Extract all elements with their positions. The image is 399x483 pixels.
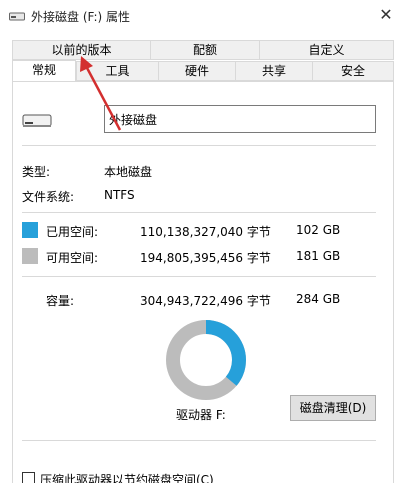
drive-label: 驱动器 F: (176, 408, 226, 422)
filesystem-value: NTFS (104, 188, 135, 202)
drive-icon (22, 114, 52, 127)
tab-general[interactable]: 常规 (12, 60, 76, 82)
divider (22, 145, 376, 146)
used-space-label: 已用空间: (46, 225, 99, 239)
compress-checkbox-label[interactable]: 压缩此驱动器以节约磁盘空间(C) (40, 471, 214, 483)
disk-cleanup-button[interactable]: 磁盘清理(D) (290, 395, 376, 421)
tab-customize[interactable]: 自定义 (259, 40, 394, 60)
filesystem-label: 文件系统: (22, 190, 75, 204)
divider (22, 212, 376, 213)
usage-donut-chart (166, 320, 246, 400)
used-space-size: 102 GB (296, 223, 341, 237)
free-space-size: 181 GB (296, 249, 341, 263)
divider (22, 276, 376, 277)
capacity-bytes: 304,943,722,496 字节 (140, 294, 271, 308)
tab-quota[interactable]: 配额 (150, 40, 260, 60)
compress-checkbox[interactable] (22, 472, 35, 483)
free-space-bytes: 194,805,395,456 字节 (140, 251, 271, 265)
window-title: 外接磁盘 (F:) 属性 (31, 10, 131, 24)
type-value: 本地磁盘 (104, 165, 153, 179)
tab-tools[interactable]: 工具 (76, 61, 159, 81)
tab-security[interactable]: 安全 (312, 61, 394, 81)
drive-icon (9, 12, 25, 21)
type-label: 类型: (22, 165, 51, 179)
free-space-label: 可用空间: (46, 251, 99, 265)
free-space-swatch (22, 248, 38, 264)
capacity-label: 容量: (46, 294, 75, 308)
close-icon[interactable]: ✕ (376, 5, 396, 24)
divider (22, 440, 376, 441)
tab-previous-versions[interactable]: 以前的版本 (12, 40, 151, 60)
volume-name-input[interactable] (104, 105, 376, 133)
tab-hardware[interactable]: 硬件 (158, 61, 236, 81)
title-bar: 外接磁盘 (F:) 属性 ✕ (0, 0, 399, 32)
tab-strip: 以前的版本 配额 自定义 常规 工具 硬件 共享 安全 (0, 32, 399, 82)
capacity-size: 284 GB (296, 292, 341, 306)
used-space-bytes: 110,138,327,040 字节 (140, 225, 271, 239)
tab-sharing[interactable]: 共享 (235, 61, 313, 81)
used-space-swatch (22, 222, 38, 238)
